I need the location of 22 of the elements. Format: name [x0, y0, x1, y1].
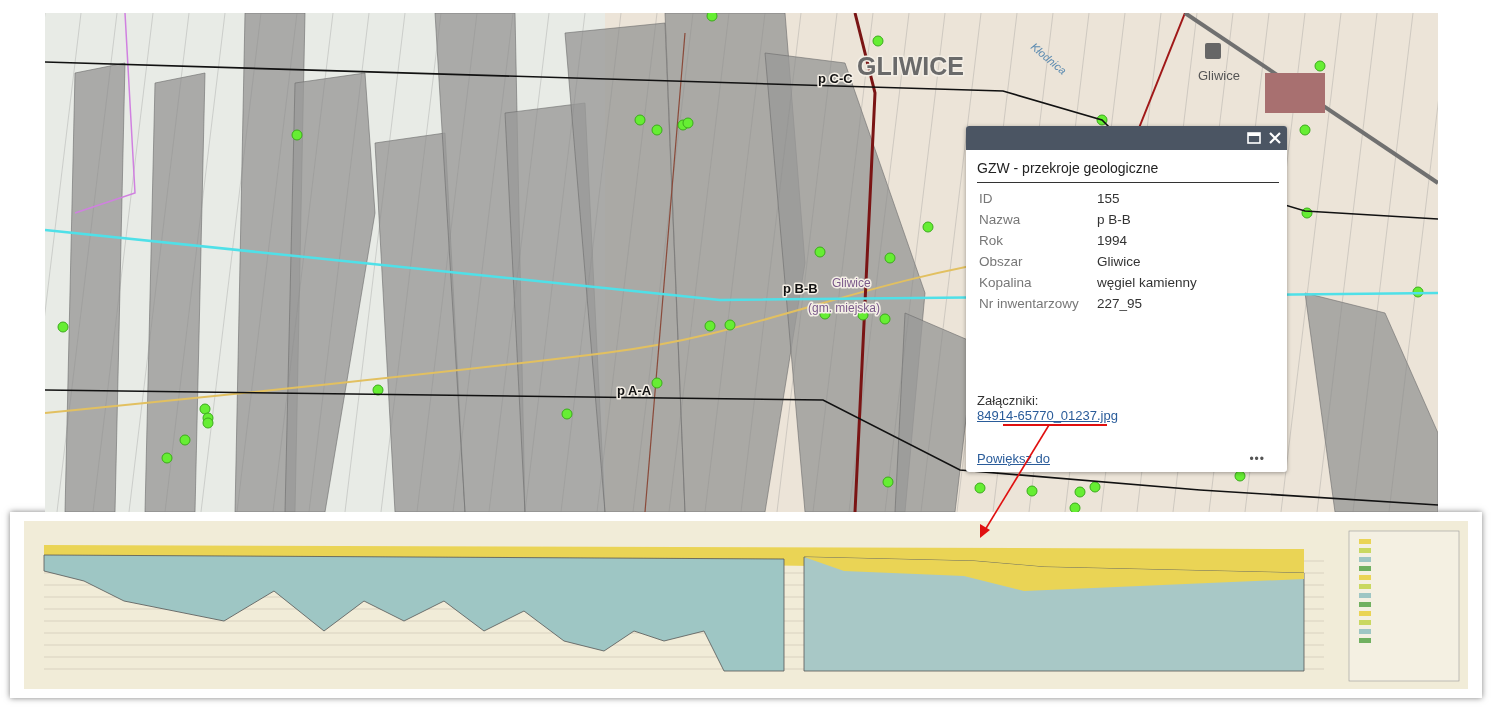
field-label: ID — [979, 191, 994, 206]
maximize-icon[interactable] — [1247, 132, 1261, 144]
field-value: 155 — [1097, 191, 1121, 206]
field-label: Nr inwentarzowy — [979, 296, 1080, 311]
popup-title: GZW - przekroje geologiczne — [977, 160, 1279, 183]
attachment-link[interactable]: 84914-65770_01237.jpg — [977, 408, 1118, 423]
field-label: Nazwa — [979, 212, 1022, 227]
place-label: Gliwice — [1198, 68, 1240, 83]
field-value: p B-B — [1097, 212, 1132, 227]
field-value: 1994 — [1097, 233, 1129, 248]
field-label: Kopalina — [979, 275, 1033, 290]
more-menu[interactable]: ••• — [1249, 451, 1279, 466]
section-label: p C-C — [818, 71, 853, 86]
field-label: Obszar — [979, 254, 1024, 269]
field-label: Rok — [979, 233, 1004, 248]
field-value: węgiel kamienny — [1097, 275, 1198, 290]
close-icon[interactable] — [1269, 132, 1281, 144]
section-label: p B-B — [783, 281, 818, 296]
attachments-label: Załączniki: — [977, 393, 1040, 408]
section-label: p A-A — [617, 383, 652, 398]
field-value: Gliwice — [1097, 254, 1142, 269]
field-value: 227_95 — [1097, 296, 1144, 311]
